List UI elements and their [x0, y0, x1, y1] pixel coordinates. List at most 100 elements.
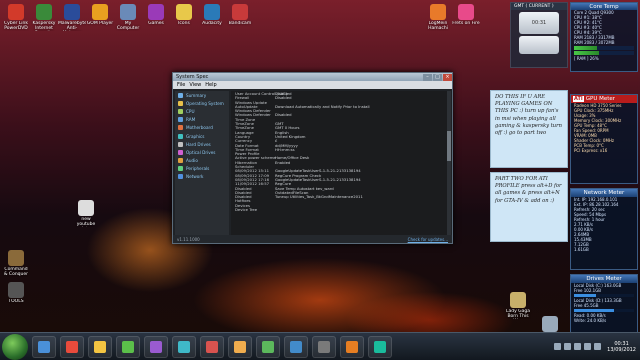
record-icon — [232, 4, 248, 20]
desktop-icon[interactable]: Command & Conquer — [2, 250, 30, 277]
sidebar-item[interactable]: Hard Drives — [175, 140, 229, 148]
desktop-icon[interactable]: Bandicam — [226, 4, 254, 31]
category-icon — [178, 158, 183, 164]
sidebar-item[interactable]: Operating System — [175, 99, 229, 107]
taskbar-button[interactable] — [284, 335, 308, 358]
desktop-icon[interactable]: GOM Player — [86, 4, 114, 31]
app-icon — [234, 340, 246, 353]
desktop-icon[interactable]: Frets on Fire — [452, 4, 480, 31]
start-button[interactable] — [2, 333, 28, 360]
sidebar-item-label: Audio — [186, 158, 198, 164]
clock-gadget[interactable]: GMT ( CURRENT ) 00:31 — [510, 2, 568, 68]
music-icon — [510, 292, 526, 308]
gpu-meter-title: GPU Meter — [585, 96, 616, 102]
category-icon — [178, 92, 183, 98]
sidebar-item-label: Summary — [186, 92, 207, 98]
taskbar-button[interactable] — [116, 335, 140, 358]
tray-icon[interactable] — [574, 343, 582, 350]
menu-help[interactable]: Help — [205, 82, 216, 88]
sidebar-item[interactable]: RAM — [175, 116, 229, 124]
desktop-icon[interactable]: Malwarebytes Anti-Malware — [58, 4, 86, 31]
scrollbar[interactable] — [447, 91, 451, 236]
app-icon — [94, 340, 106, 353]
network-meter-gadget[interactable]: Network Meter Int. IP: 192.168.0.101 Ext.… — [570, 188, 638, 270]
taskbar-button[interactable] — [32, 335, 56, 358]
tray-icon[interactable] — [564, 343, 572, 350]
desktop-icon[interactable]: TOOLS — [2, 282, 30, 309]
sidebar-item[interactable]: Summary — [175, 91, 229, 99]
desktop-icon[interactable]: Cyber Link PowerDVD — [2, 4, 30, 31]
category-icon — [178, 100, 183, 106]
tray-icon[interactable] — [584, 343, 592, 350]
gpu-meter-gadget[interactable]: ATI GPU Meter Radeon HD 3750 Series GPU Cl… — [570, 94, 638, 184]
detail-value: Tuneup Utilities_Task_BkGndMaintenance20… — [275, 194, 363, 200]
taskbar-button[interactable] — [312, 335, 336, 358]
taskbar-button[interactable] — [172, 335, 196, 358]
network-icon — [430, 4, 446, 20]
desktop-icon[interactable]: Kaspersky Internet Security — [30, 4, 58, 31]
taskbar-button[interactable] — [88, 335, 112, 358]
taskbar-button[interactable] — [60, 335, 84, 358]
category-icon — [178, 125, 183, 131]
ati-logo: ATI — [573, 96, 584, 102]
category-icon — [178, 166, 183, 172]
sidebar-item[interactable]: Peripherals — [175, 165, 229, 173]
games-icon — [148, 4, 164, 20]
sidebar-item-label: RAM — [186, 117, 196, 123]
clock-title: GMT ( CURRENT ) — [511, 3, 567, 10]
desktop-icon[interactable]: new youtube into — [72, 200, 100, 227]
desktop-icon[interactable]: My Computer — [114, 4, 142, 31]
tray-icon[interactable] — [554, 343, 562, 350]
app-icon — [150, 340, 162, 353]
maximize-button[interactable]: □ — [433, 73, 442, 81]
sidebar-item[interactable]: Network — [175, 173, 229, 181]
sticky-note[interactable]: DO THIS IF U ARE PLAYING GAMES ON THIS P… — [490, 90, 568, 168]
drive-usage-fill — [574, 294, 597, 297]
sticky-note[interactable]: PART TWO FOR ATI PROFILE press alt+D for… — [490, 172, 568, 242]
category-icon — [178, 141, 183, 147]
sidebar-item-label: CPU — [186, 108, 195, 114]
sidebar-item[interactable]: Motherboard — [175, 124, 229, 132]
minimize-button[interactable]: – — [423, 73, 432, 81]
desktop-icon[interactable]: Lady Gaga Born This Way — [504, 292, 532, 319]
drives-meter-title: Drives Meter — [571, 275, 637, 283]
desktop-icon[interactable]: Icons — [170, 4, 198, 31]
folder-icon — [176, 4, 192, 20]
sidebar-item[interactable]: Audio — [175, 157, 229, 165]
window-titlebar[interactable]: System Spec – □ × — [173, 73, 452, 81]
network-meter-line: 1.61GB — [574, 247, 589, 252]
category-icon — [178, 108, 183, 114]
drives-meter-line: Free 102.1GB — [574, 288, 602, 293]
taskbar-button[interactable] — [228, 335, 252, 358]
desktop-icon[interactable]: LogMein Hamachi — [424, 4, 452, 31]
close-button[interactable]: × — [443, 73, 452, 81]
tools-icon — [8, 282, 24, 298]
taskbar-button[interactable] — [368, 335, 392, 358]
menu-view[interactable]: View — [189, 82, 201, 88]
app-icon — [290, 340, 302, 353]
taskbar-button[interactable] — [144, 335, 168, 358]
sidebar-item[interactable]: Graphics — [175, 132, 229, 140]
clock-dial — [519, 36, 559, 54]
taskbar-button[interactable] — [256, 335, 280, 358]
check-updates-link[interactable]: Check for updates... — [408, 237, 448, 242]
drives-meter-gadget[interactable]: Drives Meter Local Disk (C:) 163.0GB Free… — [570, 274, 638, 334]
recycle-bin-icon — [542, 316, 558, 332]
sidebar-item[interactable]: Optical Drives — [175, 148, 229, 156]
sidebar-item[interactable]: CPU — [175, 107, 229, 115]
taskbar-button[interactable] — [200, 335, 224, 358]
menu-file[interactable]: File — [177, 82, 185, 88]
desktop-icon[interactable]: Audacity — [198, 4, 226, 31]
core-temp-gadget[interactable]: Core Temp Core 2 Quad Q9300 CPU #1: 38°C C… — [570, 2, 638, 72]
desktop-icon[interactable]: Games — [142, 4, 170, 31]
scrollbar-thumb[interactable] — [447, 131, 451, 161]
dvd-icon — [8, 4, 24, 20]
shield-icon — [36, 4, 52, 20]
gpu-meter-line: PCI Express: x16 — [574, 148, 608, 153]
app-icon — [262, 340, 274, 353]
taskbar-button[interactable] — [340, 335, 364, 358]
drive-usage-fill — [574, 309, 614, 312]
tray-icon[interactable] — [594, 343, 602, 350]
taskbar-clock[interactable]: 00:31 13/09/2012 — [607, 341, 636, 353]
category-icon — [178, 174, 183, 180]
